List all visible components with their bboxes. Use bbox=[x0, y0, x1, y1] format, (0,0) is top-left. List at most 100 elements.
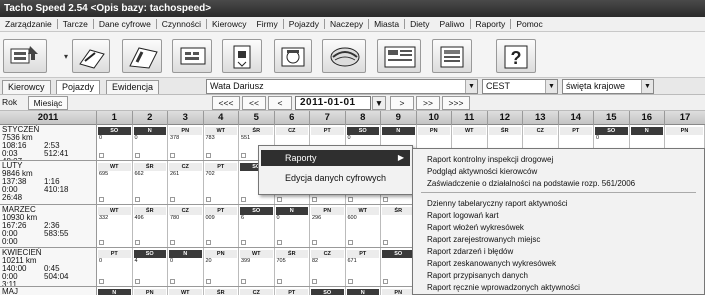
context-item-raporty[interactable]: Raporty ▶ bbox=[261, 150, 410, 166]
menu-pomoc[interactable]: Pomoc bbox=[511, 17, 547, 32]
holidays-select[interactable]: święta krajowe ▼ bbox=[562, 79, 654, 94]
last-button[interactable]: >>> bbox=[442, 96, 470, 110]
tab-pojazdy[interactable]: Pojazdy bbox=[56, 80, 101, 94]
day-checkbox[interactable] bbox=[205, 197, 211, 202]
submenu-item[interactable]: Zaświadczenie o działalności na podstawi… bbox=[415, 178, 702, 189]
day-cell[interactable]: CZ bbox=[239, 287, 275, 295]
day-checkbox[interactable] bbox=[170, 279, 175, 284]
day-checkbox[interactable] bbox=[170, 197, 175, 202]
day-cell[interactable]: WT 695 bbox=[97, 161, 133, 204]
day-checkbox[interactable] bbox=[347, 197, 353, 202]
month-summary[interactable]: MAJ8656 km bbox=[0, 287, 97, 295]
next-button[interactable]: > bbox=[390, 96, 414, 110]
day-checkbox[interactable] bbox=[134, 153, 140, 158]
submenu-item[interactable]: Raport zeskanowanych wykresówek bbox=[415, 258, 702, 269]
day-cell[interactable]: PT 671 bbox=[345, 248, 381, 286]
day-checkbox[interactable] bbox=[99, 240, 104, 245]
menu-raporty[interactable]: Raporty bbox=[471, 17, 511, 32]
first-button[interactable]: <<< bbox=[212, 96, 240, 110]
day-checkbox[interactable] bbox=[241, 153, 246, 158]
day-cell[interactable]: WT 399 bbox=[239, 248, 275, 286]
day-cell[interactable]: WT 332 bbox=[97, 205, 133, 247]
chevron-down-icon[interactable]: ▼ bbox=[465, 80, 477, 93]
year-tab[interactable]: Rok bbox=[2, 96, 26, 110]
prev-big-button[interactable]: << bbox=[242, 96, 266, 110]
day-cell[interactable]: N bbox=[345, 287, 381, 295]
disc-scan-button[interactable] bbox=[322, 39, 366, 73]
menu-pojazdy[interactable]: Pojazdy bbox=[284, 17, 324, 32]
add-driver-button[interactable] bbox=[3, 39, 47, 73]
day-cell[interactable]: SO 6 bbox=[239, 205, 275, 247]
chevron-down-icon[interactable]: ▼ bbox=[641, 80, 653, 93]
submenu-item[interactable]: Podgląd aktywności kierowców bbox=[415, 166, 702, 177]
submenu-item[interactable]: Raport zdarzeń i błędów bbox=[415, 246, 702, 257]
month-summary[interactable]: LUTY 9846 km 137:38 1:16 0:00 410:18 26:48 bbox=[0, 161, 97, 204]
chevron-down-icon[interactable]: ▾ bbox=[64, 52, 68, 61]
scan-chart-button[interactable] bbox=[72, 39, 110, 73]
reports-button[interactable] bbox=[377, 39, 421, 73]
day-cell[interactable]: WT 600 bbox=[345, 205, 381, 247]
day-cell[interactable]: WT 783 bbox=[203, 125, 239, 160]
day-cell[interactable]: ŚR 705 bbox=[274, 248, 310, 286]
driver-card-button[interactable] bbox=[172, 39, 212, 73]
date-field[interactable]: 2011-01-01 bbox=[295, 96, 371, 110]
day-checkbox[interactable] bbox=[99, 279, 104, 284]
day-checkbox[interactable] bbox=[99, 197, 104, 202]
submenu-item[interactable]: Raport zarejestrowanych miejsc bbox=[415, 234, 702, 245]
day-cell[interactable]: CZ 780 bbox=[168, 205, 204, 247]
day-cell[interactable]: CZ 261 bbox=[168, 161, 204, 204]
submenu-item[interactable]: Raport włożeń wykresówek bbox=[415, 222, 702, 233]
day-checkbox[interactable] bbox=[312, 279, 317, 284]
day-checkbox[interactable] bbox=[205, 153, 211, 158]
day-checkbox[interactable] bbox=[312, 197, 317, 202]
day-cell[interactable]: PT 0 bbox=[97, 248, 133, 286]
help-button[interactable]: ? bbox=[496, 39, 536, 73]
month-tab[interactable]: Miesiąc bbox=[28, 96, 68, 110]
month-summary[interactable]: KWIECIEŃ 10211 km 140:00 0:45 0:00 504:04 3:11 bbox=[0, 248, 97, 286]
day-cell[interactable]: WT bbox=[168, 287, 204, 295]
day-checkbox[interactable] bbox=[347, 279, 353, 284]
day-checkbox[interactable] bbox=[205, 240, 211, 245]
day-checkbox[interactable] bbox=[241, 240, 246, 245]
day-checkbox[interactable] bbox=[241, 197, 246, 202]
day-cell[interactable]: PN 20 bbox=[203, 248, 239, 286]
day-cell[interactable]: N bbox=[97, 287, 133, 295]
settings-table-button[interactable] bbox=[432, 39, 472, 73]
timezone-select[interactable]: CEST ▼ bbox=[482, 79, 558, 94]
day-cell[interactable]: PT 702 bbox=[203, 161, 239, 204]
submenu-item[interactable]: Raport logowań kart bbox=[415, 210, 702, 221]
day-checkbox[interactable] bbox=[312, 240, 317, 245]
day-checkbox[interactable] bbox=[134, 240, 140, 245]
day-cell[interactable]: ŚR 496 bbox=[132, 205, 168, 247]
menu-kierowcy[interactable]: Kierowcy bbox=[207, 17, 251, 32]
chevron-down-icon[interactable]: ▼ bbox=[545, 80, 557, 93]
day-checkbox[interactable] bbox=[383, 240, 388, 245]
day-checkbox[interactable] bbox=[383, 279, 388, 284]
menu-tarcze[interactable]: Tarcze bbox=[58, 17, 93, 32]
menu-miasta[interactable]: Miasta bbox=[369, 17, 404, 32]
day-checkbox[interactable] bbox=[241, 279, 246, 284]
tab-ewidencja[interactable]: Ewidencja bbox=[106, 80, 160, 94]
day-cell[interactable]: PT 009 bbox=[203, 205, 239, 247]
day-cell[interactable]: CZ 82 bbox=[310, 248, 346, 286]
day-cell[interactable]: ŚR bbox=[203, 287, 239, 295]
menu-firmy[interactable]: Firmy bbox=[252, 17, 283, 32]
day-cell[interactable]: PN 378 bbox=[168, 125, 204, 160]
submenu-item[interactable]: Raport przypisanych danych bbox=[415, 270, 702, 281]
menu-naczepy[interactable]: Naczepy bbox=[325, 17, 368, 32]
menu-paliwo[interactable]: Paliwo bbox=[435, 17, 470, 32]
next-big-button[interactable]: >> bbox=[416, 96, 440, 110]
day-cell[interactable]: N0 bbox=[274, 205, 310, 247]
month-summary[interactable]: STYCZEŃ7536 km108:162:530:03512:4148:07 bbox=[0, 125, 97, 160]
day-cell[interactable]: SO 0 bbox=[97, 125, 133, 160]
day-cell[interactable]: SO 4 bbox=[132, 248, 168, 286]
menu-czynnosci[interactable]: Czynności bbox=[157, 17, 206, 32]
driver-select[interactable]: Wata Dariusz ▼ bbox=[206, 79, 478, 94]
chevron-down-icon[interactable]: ▼ bbox=[372, 96, 386, 110]
day-checkbox[interactable] bbox=[276, 279, 282, 284]
day-cell[interactable]: N0 bbox=[168, 248, 204, 286]
prev-button[interactable]: < bbox=[268, 96, 292, 110]
day-checkbox[interactable] bbox=[170, 153, 175, 158]
submenu-item[interactable]: Dzienny tabelaryczny raport aktywności bbox=[415, 198, 702, 209]
menu-zarzadzanie[interactable]: Zarządzanie bbox=[0, 17, 57, 32]
